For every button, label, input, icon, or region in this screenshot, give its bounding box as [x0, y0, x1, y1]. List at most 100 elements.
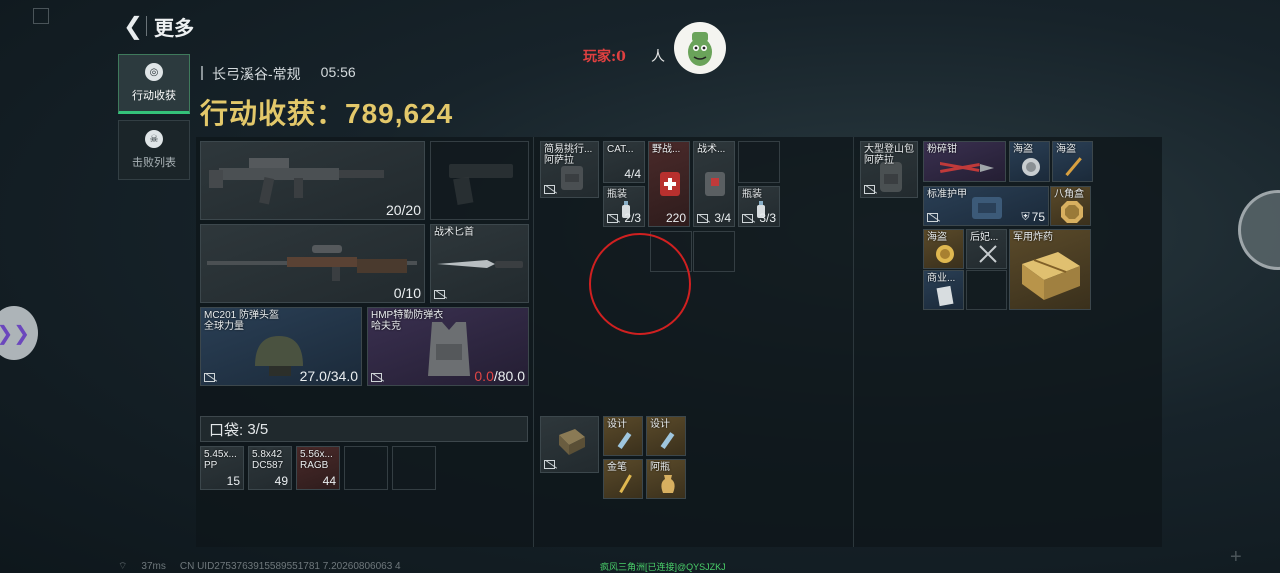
backpack-name: 大型登山包 阿萨拉	[864, 144, 914, 166]
safe-item[interactable]: 阿瓶	[646, 459, 686, 499]
marked-flag-icon	[434, 290, 445, 299]
safe-box-icon	[559, 429, 585, 455]
armor-slot[interactable]: HMP特勤防弹衣 哈夫克 0.0/80.0	[367, 307, 529, 386]
side-action-button[interactable]	[1238, 190, 1280, 270]
haul-value: 行动收获：789,624	[200, 92, 453, 132]
explosive-crate-icon	[1022, 252, 1080, 300]
blueprint-icon	[660, 432, 675, 449]
chest-rig-slot[interactable]: 简易挑行... 阿萨拉	[540, 141, 599, 198]
pistol-slot[interactable]	[430, 141, 529, 220]
rig-item-count: 3/3	[759, 211, 776, 225]
column-divider	[853, 137, 854, 547]
primary-weapon-slot[interactable]: 20/20	[200, 141, 425, 220]
pocket-label: 口袋:	[209, 421, 244, 439]
backpack-item[interactable]: 海盗	[923, 229, 964, 269]
safe-item-name: 阿瓶	[650, 462, 670, 473]
tab-haul[interactable]: ◎ 行动收获	[118, 54, 190, 114]
backpack-item[interactable]: 海盗	[1009, 141, 1050, 182]
header-divider	[146, 16, 147, 36]
side-menu-button[interactable]: ❯❯	[0, 306, 38, 360]
safe-box-slot[interactable]	[540, 416, 599, 473]
pocket-item[interactable]: 5.56x... RAGB 44	[296, 446, 340, 490]
double-chevron-icon: ❯❯	[0, 322, 30, 345]
backpack-item[interactable]: 商业...	[923, 270, 964, 310]
backpack-item-name: 粉碎钳	[927, 144, 957, 155]
helmet-name: MC201 防弹头盔 全球力量	[204, 310, 280, 332]
chest-rig-icon	[561, 166, 583, 190]
primary-weapon-ammo: 20/20	[385, 202, 421, 218]
pocket-item[interactable]: 5.8x42 DC587 49	[248, 446, 292, 490]
marked-flag-icon	[864, 185, 875, 194]
backpack-slot[interactable]: 大型登山包 阿萨拉	[860, 141, 918, 198]
mascot-avatar	[674, 22, 726, 74]
pocket-empty-slot[interactable]	[392, 446, 436, 490]
backpack-item-name: 海盗	[1013, 144, 1033, 155]
rig-empty-slot[interactable]	[738, 141, 780, 183]
armor-value: ⛨ 75	[1021, 210, 1045, 224]
map-name: 长弓溪谷-常规	[212, 66, 301, 82]
safe-item[interactable]: 金笔	[603, 459, 643, 499]
pocket-count: 3/5	[247, 420, 269, 438]
marked-flag-icon	[371, 373, 382, 382]
back-button[interactable]: ❮	[118, 12, 148, 40]
backpack-item[interactable]: 后妃...	[966, 229, 1007, 269]
safe-item-name: 金笔	[607, 462, 627, 473]
map-info: 长弓溪谷-常规 05:56	[212, 64, 356, 84]
rig-item[interactable]: 瓶装 3/3	[738, 186, 780, 227]
pocket-item-name: 5.8x42 DC587	[252, 449, 284, 471]
backpack-empty-slot[interactable]	[966, 270, 1007, 310]
sniper-ammo: 0/10	[393, 285, 421, 301]
backpack-item-name: 军用炸药	[1013, 232, 1053, 243]
coin-icon: ◎	[145, 63, 163, 81]
pocket-item-count: 44	[322, 474, 336, 488]
backpack-item[interactable]: 八角盒	[1050, 186, 1091, 226]
backpack-item[interactable]: 海盗	[1052, 141, 1093, 182]
hairpin-icon	[979, 245, 997, 263]
pocket-item-name: 5.56x... RAGB	[300, 449, 333, 471]
rig-item[interactable]: 战术... 3/4	[693, 141, 735, 227]
pocket-empty-slot[interactable]	[344, 446, 388, 490]
raid-time: 05:56	[320, 64, 356, 80]
helmet-slot[interactable]: MC201 防弹头盔 全球力量 27.0/34.0	[200, 307, 362, 386]
marked-flag-icon	[544, 460, 555, 469]
helmet-durability: 27.0/34.0	[299, 368, 358, 384]
map-bar	[201, 66, 203, 80]
rig-item[interactable]: 野战... 220	[648, 141, 690, 227]
bolt-cutter-icon	[940, 162, 994, 173]
rig-item[interactable]: CAT... 4/4	[603, 141, 645, 183]
sniper-slot[interactable]: 0/10	[200, 224, 425, 303]
crosshair-icon: +	[1230, 546, 1242, 568]
pocket-item-count: 15	[226, 474, 240, 488]
pirate-knife-icon	[1065, 157, 1082, 177]
rig-item[interactable]: 瓶装 2/3	[603, 186, 645, 227]
backpack-item-name: 八角盒	[1054, 189, 1084, 200]
player-count: 玩家:0	[583, 49, 626, 65]
pocket-item-count: 49	[274, 474, 288, 488]
rig-item-name: 野战...	[652, 144, 681, 155]
melee-name: 战术匕首	[434, 227, 474, 238]
rig-item-count: 3/4	[714, 211, 731, 225]
knife-icon	[437, 260, 523, 268]
pocket-item-name: 5.45x... PP	[204, 449, 237, 471]
tab-kill-list[interactable]: ☠ 击败列表	[118, 120, 190, 180]
safe-item[interactable]: 设计	[603, 416, 643, 456]
rig-item-count: 220	[665, 211, 686, 225]
melee-slot[interactable]: 战术匕首	[430, 224, 529, 303]
stream-watermark: 疯风三角洲[已连接]@QYSJZKJ	[600, 562, 726, 572]
safe-item[interactable]: 设计	[646, 416, 686, 456]
backpack-item[interactable]: 粉碎钳	[923, 141, 1006, 182]
rig-item-count: 2/3	[624, 211, 641, 225]
marked-flag-icon	[607, 214, 618, 223]
rig-item-name: 战术...	[697, 144, 726, 155]
backpack-item[interactable]: 标准护甲 ⛨ 75	[923, 186, 1049, 226]
column-divider	[533, 137, 534, 547]
pocket-item[interactable]: 5.45x... PP 15	[200, 446, 244, 490]
backpack-item[interactable]: 军用炸药	[1009, 229, 1091, 310]
backpack-item-name: 商业...	[927, 273, 956, 284]
rig-empty-slot[interactable]	[693, 231, 735, 272]
rig-item-count: 4/4	[624, 167, 641, 181]
backpack-item-name: 海盗	[1056, 144, 1076, 155]
mascot-icon	[688, 32, 712, 66]
status-footer: ⌔ 37ms CN UID2753763915589551781 7.20260…	[118, 560, 401, 573]
sniper-rifle-icon	[207, 245, 417, 281]
